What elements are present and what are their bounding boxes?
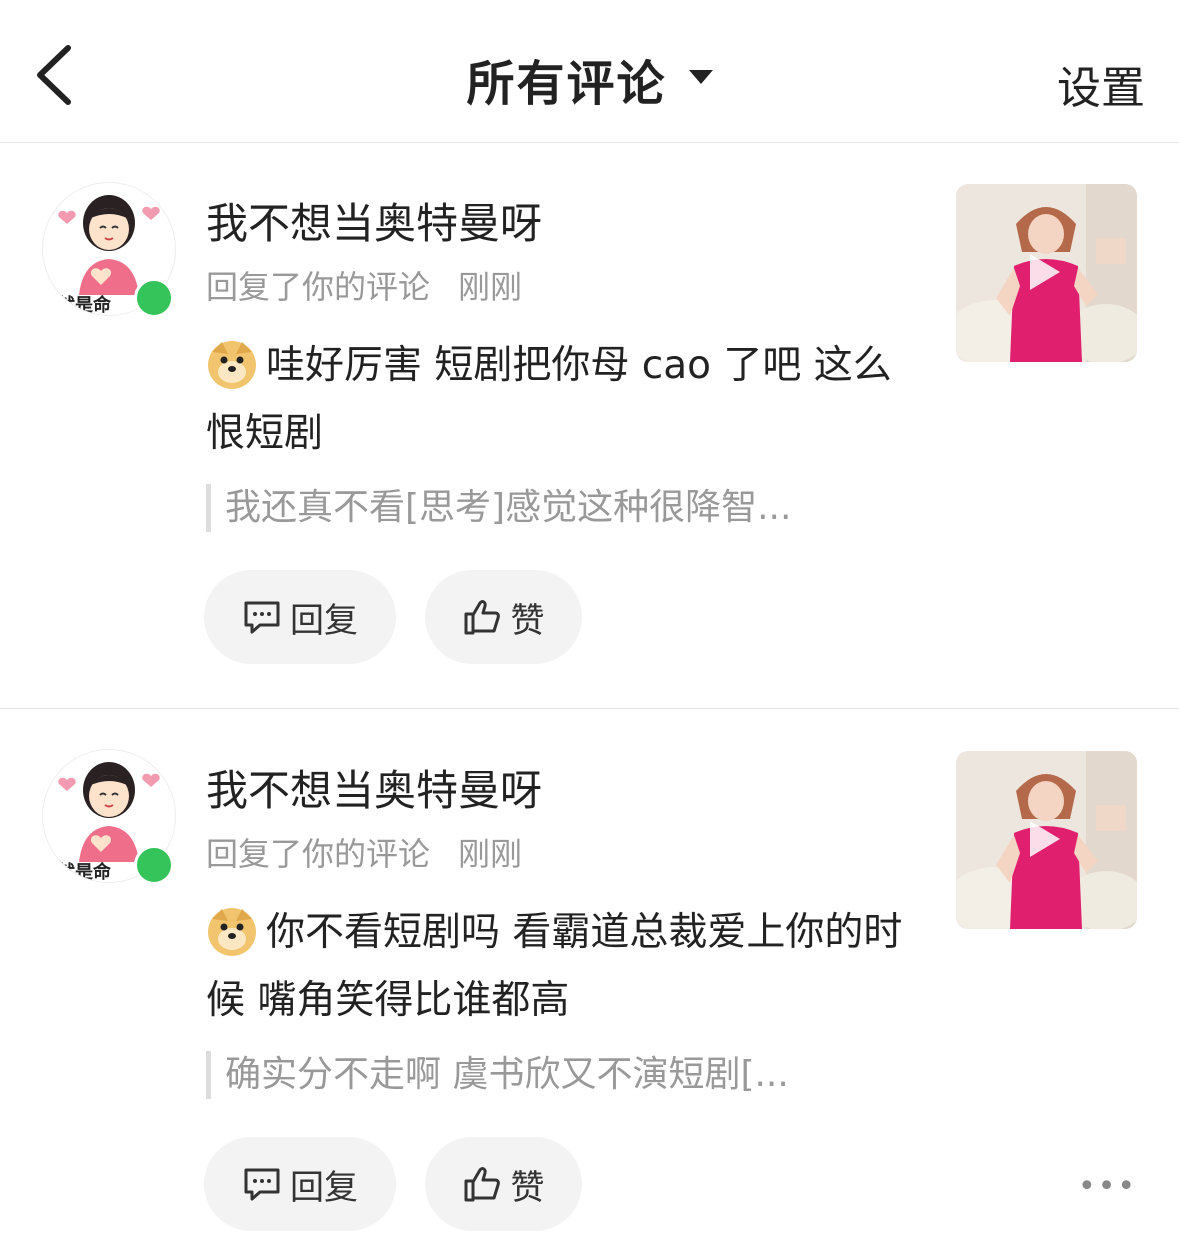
top-bar: 所有评论 设置 [0, 0, 1179, 143]
avatar-caption: 就是命 [57, 295, 111, 316]
username[interactable]: 我不想当奥特曼呀 [206, 757, 542, 818]
comment-item[interactable]: 就是命 我不想当奥特曼呀 回复了你的评论 刚刚 你不看短剧吗 看霸道总裁爱上你的时… [0, 709, 1179, 1251]
doge-emoji-icon [208, 907, 256, 956]
more-options-button[interactable]: ••• [1078, 1169, 1137, 1204]
reply-button[interactable]: 回复 [204, 1137, 396, 1231]
reply-label: 回复 [290, 600, 358, 641]
like-label: 赞 [510, 600, 545, 641]
like-button[interactable]: 赞 [425, 1137, 582, 1231]
avatar-caption: 就是命 [57, 862, 111, 883]
action-text: 回复了你的评论 [206, 268, 431, 306]
quoted-comment[interactable]: 我还真不看[思考]感觉这种很降智... [206, 484, 791, 532]
comment-bubble-icon [244, 601, 280, 634]
like-button[interactable]: 赞 [425, 570, 582, 664]
video-thumbnail[interactable] [956, 751, 1137, 929]
online-status-dot [134, 278, 174, 318]
timestamp: 刚刚 [458, 835, 523, 873]
comment-meta: 回复了你的评论 刚刚 [206, 262, 522, 308]
like-label: 赞 [510, 1167, 545, 1208]
online-status-dot [134, 845, 174, 885]
timestamp: 刚刚 [458, 268, 523, 306]
comment-text-container: 哇好厉害 短剧把你母 cao 了吧 这么恨短剧 [206, 332, 906, 468]
video-thumbnail[interactable] [956, 184, 1137, 362]
thumbs-up-icon [464, 600, 500, 635]
reply-label: 回复 [290, 1167, 358, 1208]
comment-text: 哇好厉害 短剧把你母 cao 了吧 这么恨短剧 [206, 343, 892, 456]
caret-down-icon [688, 70, 713, 84]
reply-button[interactable]: 回复 [204, 570, 396, 664]
comment-text-container: 你不看短剧吗 看霸道总裁爱上你的时候 嘴角笑得比谁都高 [206, 899, 906, 1035]
thumbs-up-icon [464, 1167, 500, 1202]
settings-button[interactable]: 设置 [1057, 52, 1145, 116]
page-title: 所有评论 [466, 56, 667, 112]
comment-bubble-icon [244, 1168, 280, 1201]
action-text: 回复了你的评论 [206, 835, 431, 873]
comment-text: 你不看短剧吗 看霸道总裁爱上你的时候 嘴角笑得比谁都高 [206, 910, 903, 1023]
username[interactable]: 我不想当奥特曼呀 [206, 190, 542, 251]
comment-meta: 回复了你的评论 刚刚 [206, 829, 522, 875]
comment-item[interactable]: 就是命 我不想当奥特曼呀 回复了你的评论 刚刚 哇好厉害 短剧把你母 cao 了吧… [0, 142, 1179, 709]
quoted-comment[interactable]: 确实分不走啊 虞书欣又不演短剧[... [206, 1051, 789, 1099]
doge-emoji-icon [208, 340, 256, 389]
title-dropdown[interactable]: 所有评论 [0, 44, 1179, 114]
